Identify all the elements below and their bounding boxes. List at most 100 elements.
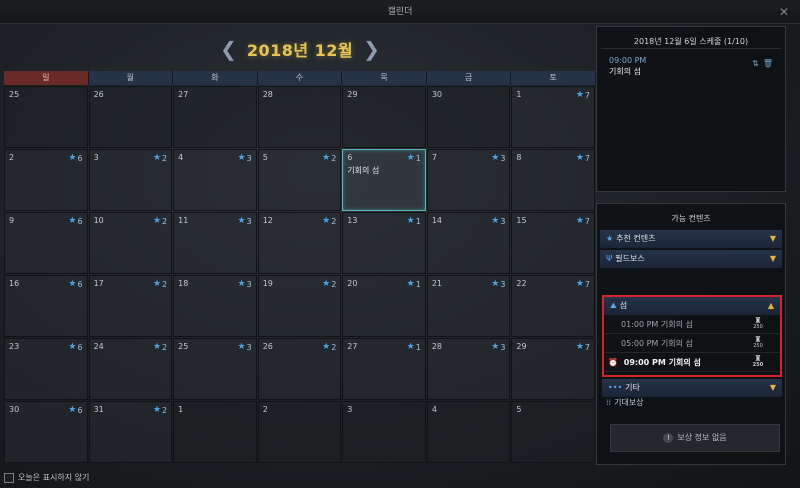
calendar-day-cell[interactable]: 3 (342, 401, 426, 463)
weekday-header: 일 월 화 수 목 금 토 (4, 71, 596, 85)
category-field-boss[interactable]: Ψ 필드보스 ▼ (600, 250, 782, 268)
reward-empty-text: 보상 정보 없음 (677, 433, 727, 442)
next-month-icon[interactable]: ❯ (363, 39, 380, 59)
calendar-day-cell[interactable]: 30 ★ 6 (4, 401, 88, 463)
content-panel-header: 가능 컨텐츠 (671, 214, 711, 223)
calendar-day-cell[interactable]: 2 (257, 401, 342, 463)
calendar-day-cell[interactable]: 31 ★ 2 (88, 401, 173, 463)
badge-count: 3 (246, 342, 252, 352)
calendar-day-cell[interactable]: 5 (511, 401, 595, 463)
star-icon: ★ (237, 342, 246, 352)
star-icon: ★ (491, 342, 500, 352)
calendar-day-cell[interactable]: 20 ★ 1 (342, 275, 426, 337)
category-island[interactable]: ⛰ 섬 ▲ (604, 297, 780, 315)
content-count-badge: ★ 2 (153, 342, 167, 352)
calendar-day-cell[interactable]: 17 ★ 2 (88, 275, 173, 337)
badge-count: 2 (162, 153, 168, 163)
badge-count: 1 (415, 279, 421, 289)
alarm-clock-icon[interactable]: ⏰ (608, 358, 618, 367)
calendar-day-cell[interactable]: 4 ★ 3 (173, 149, 257, 211)
calendar-day-cell[interactable]: 18 ★ 3 (173, 275, 257, 337)
day-number: 2 (262, 405, 268, 414)
calendar-day-cell[interactable]: 25 (4, 86, 88, 148)
content-count-badge: ★ 2 (322, 342, 336, 352)
calendar-grid: 일 월 화 수 목 금 토 25 26 27 28 29 30 1 ★ 7 2 ★ 6 3 ★ 2 4 ★ 3 5 ★… (4, 71, 596, 469)
calendar-day-cell[interactable]: 13 ★ 1 (342, 212, 426, 274)
calendar-day-cell[interactable]: 27 ★ 1 (342, 338, 426, 400)
star-icon: ★ (152, 216, 162, 226)
calendar-day-cell[interactable]: 4 (426, 401, 511, 463)
day-number: 31 (93, 405, 104, 414)
island-item-active[interactable]: ⏰ 09:00 PM 기회의 섬 ♜ 250 (604, 353, 780, 372)
calendar-day-cell[interactable]: 28 (257, 86, 342, 148)
calendar-day-cell[interactable]: 27 (173, 86, 257, 148)
badge-count: 6 (77, 279, 83, 289)
content-count-badge: ★ 3 (491, 153, 505, 163)
calendar-day-cell[interactable]: 25 ★ 3 (173, 338, 257, 400)
calendar-day-cell[interactable]: 1 ★ 7 (511, 86, 595, 148)
island-item[interactable]: 01:00 PM 기회의 섬 ♜ 250 (604, 315, 780, 334)
dont-show-checkbox[interactable] (4, 472, 14, 483)
day-number: 17 (93, 279, 104, 288)
island-item-title: 기회의 섬 (660, 320, 693, 329)
prev-month-icon[interactable]: ❮ (220, 39, 237, 59)
calendar-day-cell[interactable]: 26 ★ 2 (257, 338, 342, 400)
day-number: 18 (178, 279, 189, 288)
calendar-day-cell[interactable]: 2 ★ 6 (4, 149, 88, 211)
calendar-day-cell[interactable]: 5 ★ 2 (257, 149, 342, 211)
category-label: 기타 (625, 383, 640, 392)
calendar-day-cell[interactable]: 26 (88, 86, 173, 148)
calendar-day-cell[interactable]: 1 (173, 401, 257, 463)
star-icon: ★ (575, 90, 584, 100)
content-count-badge: ★ 6 (68, 153, 82, 163)
island-item[interactable]: 05:00 PM 기회의 섬 ♜ 250 (604, 334, 780, 353)
badge-count: 2 (331, 216, 337, 226)
calendar-day-cell[interactable]: 22 ★ 7 (511, 275, 595, 337)
calendar-day-cell[interactable]: 28 ★ 3 (426, 338, 511, 400)
calendar-day-cell[interactable]: 21 ★ 3 (426, 275, 511, 337)
badge-count: 7 (584, 279, 590, 289)
calendar-day-cell[interactable]: 30 (426, 86, 511, 148)
calendar-day-cell[interactable]: 29 ★ 7 (511, 338, 595, 400)
gift-icon: ⁞⁞ (606, 398, 612, 407)
content-count-badge: ★ 6 (68, 342, 82, 352)
calendar-day-cell[interactable]: 7 ★ 3 (426, 149, 511, 211)
badge-count: 2 (331, 153, 337, 163)
calendar-day-cell[interactable]: 15 ★ 7 (511, 212, 595, 274)
current-month-label: 2018년 12월 (246, 41, 354, 60)
content-count-badge: ★ 3 (491, 216, 505, 226)
day-number: 26 (93, 90, 104, 99)
star-icon: ★ (491, 153, 500, 163)
day-number: 29 (516, 342, 527, 351)
calendar-day-cell[interactable]: 24 ★ 2 (88, 338, 173, 400)
category-recommended[interactable]: ★ 추천 컨텐츠 ▼ (600, 230, 782, 248)
calendar-day-cell[interactable]: 23 ★ 6 (4, 338, 88, 400)
calendar-day-cell[interactable]: 8 ★ 7 (511, 149, 595, 211)
star-icon: ★ (152, 279, 162, 289)
calendar-day-cell[interactable]: 11 ★ 3 (173, 212, 257, 274)
day-number: 4 (431, 405, 437, 414)
day-number: 27 (347, 342, 358, 351)
calendar-day-cell[interactable]: 19 ★ 2 (257, 275, 342, 337)
pin-icon[interactable]: ⇅ (752, 59, 759, 68)
close-icon[interactable]: ✕ (776, 4, 792, 20)
calendar-day-cell[interactable]: 29 (342, 86, 426, 148)
calendar-day-cell[interactable]: 3 ★ 2 (88, 149, 173, 211)
badge-count: 1 (415, 342, 421, 352)
calendar-day-cell[interactable]: 6 ★ 1 기회의 섬 (342, 149, 426, 211)
star-icon: ★ (152, 153, 162, 163)
calendar-day-cell[interactable]: 14 ★ 3 (426, 212, 511, 274)
calendar-day-cell[interactable]: 16 ★ 6 (4, 275, 88, 337)
weekday-fri: 금 (426, 71, 512, 85)
trash-icon[interactable]: 🗑 (763, 59, 773, 68)
content-count-badge: ★ 7 (576, 216, 590, 226)
calendar-day-cell[interactable]: 10 ★ 2 (88, 212, 173, 274)
calendar-day-cell[interactable]: 12 ★ 2 (257, 212, 342, 274)
schedule-item[interactable]: 09:00 PM 기회의 섬 ⇅ 🗑 (597, 49, 785, 84)
calendar-day-cell[interactable]: 9 ★ 6 (4, 212, 88, 274)
badge-count: 1 (415, 216, 421, 226)
badge-count: 2 (162, 405, 168, 415)
category-label: 섬 (619, 301, 628, 310)
island-category-highlight: ⛰ 섬 ▲ 01:00 PM 기회의 섬 ♜ 250 05:00 PM 기회의 섬 … (602, 295, 782, 377)
day-number: 8 (516, 153, 522, 162)
